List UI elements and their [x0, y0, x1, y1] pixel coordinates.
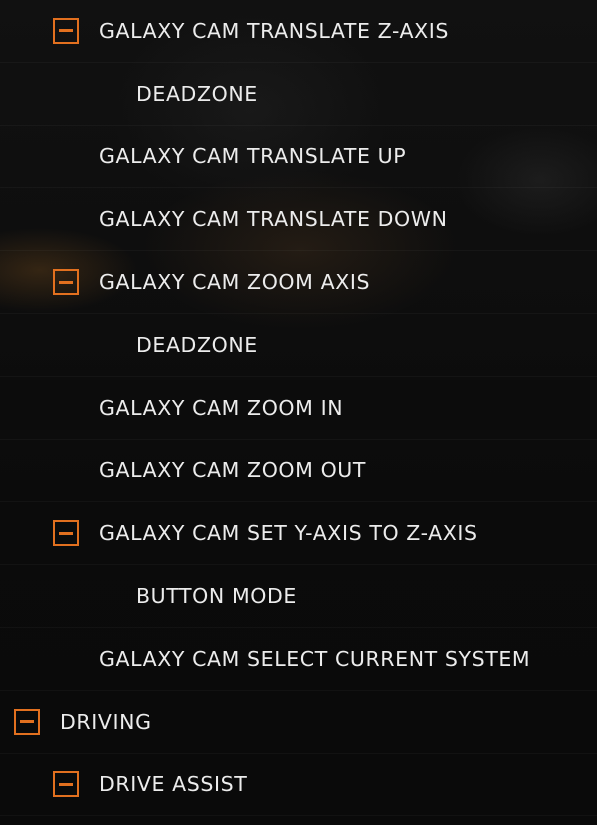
row-label: DEADZONE	[136, 81, 258, 106]
row-label: DRIVE ASSIST	[99, 772, 248, 797]
group-galaxy-cam-set-y-axis-to-z-axis[interactable]: GALAXY CAM SET Y-AXIS TO Z-AXIS	[0, 502, 597, 565]
section-driving[interactable]: DRIVING	[0, 691, 597, 754]
group-galaxy-cam-translate-z-axis[interactable]: GALAXY CAM TRANSLATE Z-AXIS	[0, 0, 597, 63]
collapse-icon[interactable]	[14, 708, 40, 735]
row-label: GALAXY CAM ZOOM AXIS	[99, 270, 371, 295]
binding-galaxy-cam-zoom-out[interactable]: GALAXY CAM ZOOM OUT	[0, 440, 597, 503]
row-label: GALAXY CAM TRANSLATE Z-AXIS	[99, 18, 450, 43]
collapse-icon[interactable]	[53, 269, 79, 296]
row-label: DEADZONE	[136, 332, 258, 357]
binding-galaxy-cam-zoom-in[interactable]: GALAXY CAM ZOOM IN	[0, 377, 597, 440]
row-label: GALAXY CAM SET Y-AXIS TO Z-AXIS	[99, 521, 478, 546]
binding-galaxy-cam-translate-up[interactable]: GALAXY CAM TRANSLATE UP	[0, 126, 597, 189]
section-label: DRIVING	[60, 709, 152, 734]
binding-galaxy-cam-translate-down[interactable]: GALAXY CAM TRANSLATE DOWN	[0, 188, 597, 251]
row-label: GALAXY CAM ZOOM OUT	[99, 458, 367, 483]
group-drive-assist[interactable]: DRIVE ASSIST	[0, 754, 597, 817]
bindings-list: GALAXY CAM TRANSLATE Z-AXIS DEADZONE GAL…	[0, 0, 597, 816]
setting-deadzone[interactable]: DEADZONE	[0, 63, 597, 126]
row-label: GALAXY CAM ZOOM IN	[99, 395, 344, 420]
setting-button-mode[interactable]: BUTTON MODE	[0, 565, 597, 628]
collapse-icon[interactable]	[53, 520, 79, 547]
row-label: BUTTON MODE	[136, 584, 297, 609]
binding-galaxy-cam-select-current-system[interactable]: GALAXY CAM SELECT CURRENT SYSTEM	[0, 628, 597, 691]
collapse-icon[interactable]	[53, 17, 79, 44]
group-galaxy-cam-zoom-axis[interactable]: GALAXY CAM ZOOM AXIS	[0, 251, 597, 314]
row-label: GALAXY CAM TRANSLATE UP	[99, 144, 407, 169]
collapse-icon[interactable]	[53, 771, 79, 798]
setting-deadzone[interactable]: DEADZONE	[0, 314, 597, 377]
row-label: GALAXY CAM TRANSLATE DOWN	[99, 207, 448, 232]
row-label: GALAXY CAM SELECT CURRENT SYSTEM	[99, 646, 531, 671]
